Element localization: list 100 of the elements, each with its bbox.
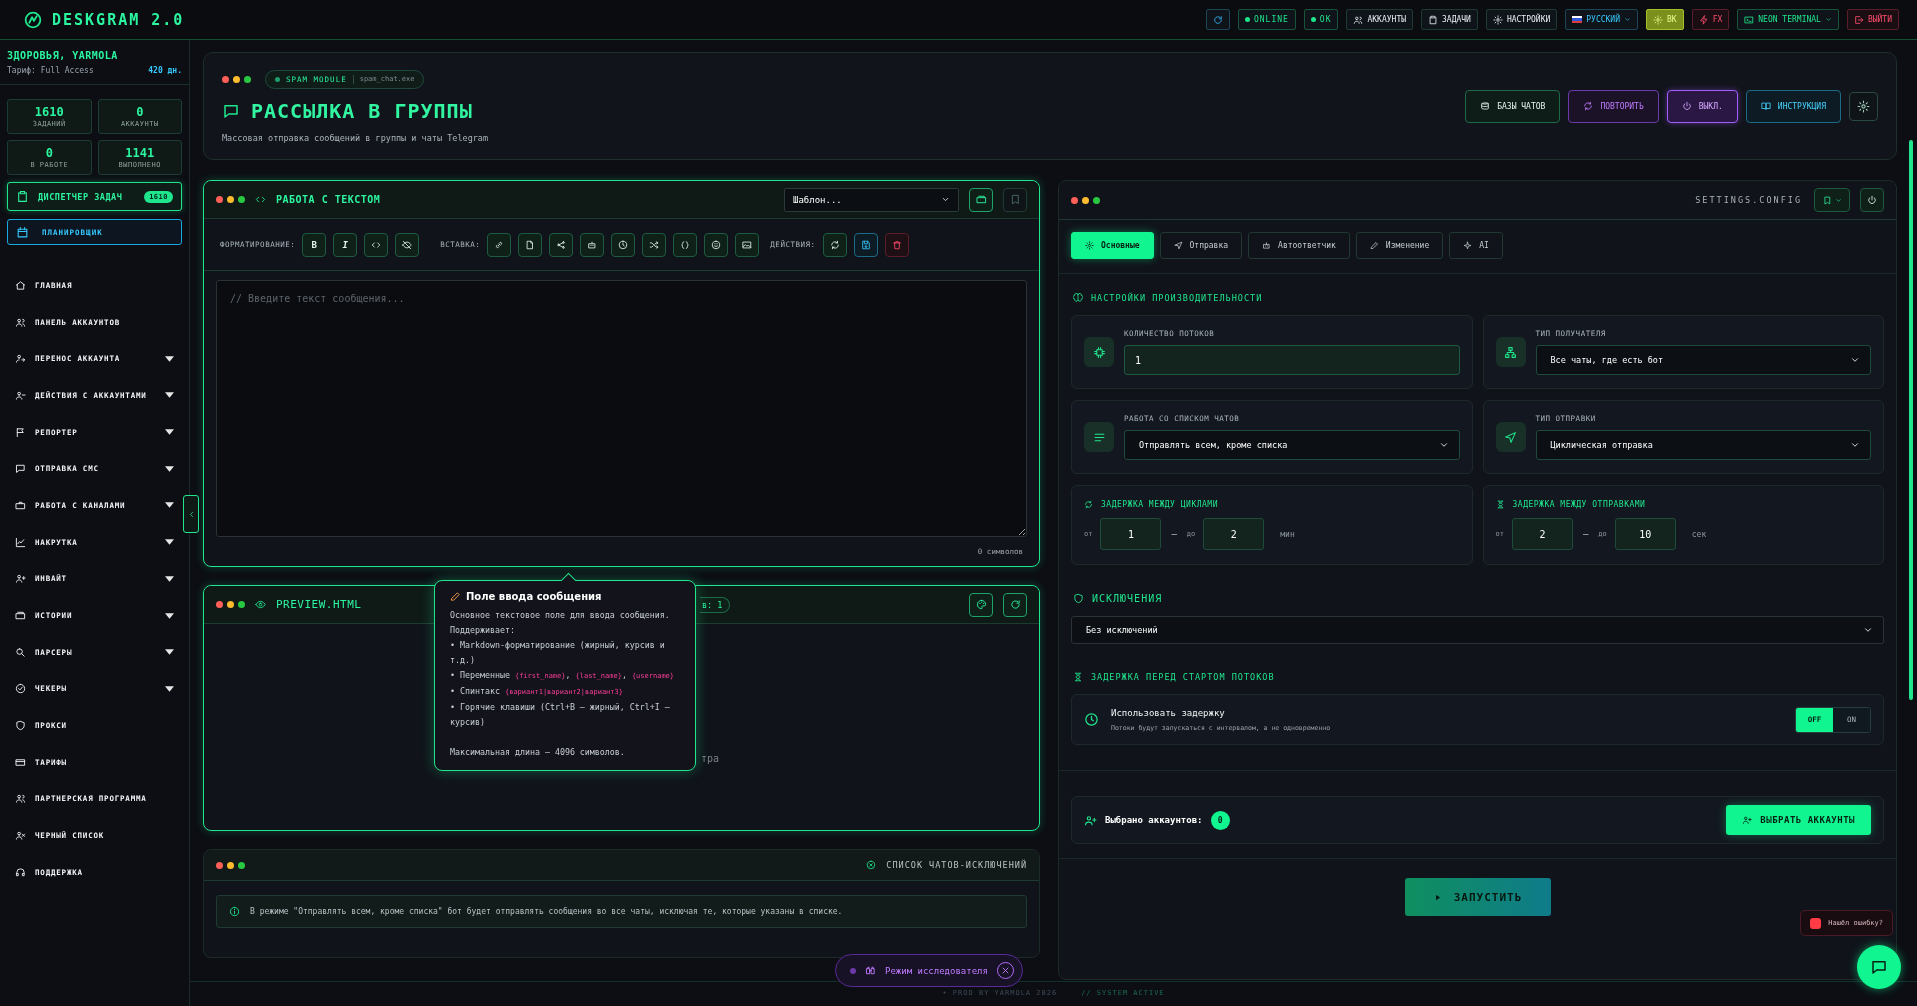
run-button[interactable]: ЗАПУСТИТЬ [1404,878,1551,916]
from-input[interactable]: 1 [1100,518,1162,550]
header-button[interactable]: ИНСТРУКЦИЯ [1745,89,1841,123]
window-dots-icon [216,196,245,203]
home-icon [15,279,26,291]
user-x-icon [15,830,26,842]
count-badge: 0 [1210,810,1230,830]
settings-tab[interactable]: Изменение [1355,232,1444,259]
folder-icon [15,610,26,622]
select-field[interactable]: Отправлять всем, кроме списка [1124,430,1460,460]
user-plus-icon [15,573,26,585]
convert-button[interactable] [822,232,847,257]
settings-tab[interactable]: Отправка [1159,232,1243,259]
explorer-mode-pill[interactable]: Режим исследователя [835,954,1023,987]
setting-label: Использовать задержку [1111,707,1226,718]
folder-icon [975,194,987,205]
hide-button[interactable] [395,232,420,257]
repeat-icon [829,239,840,250]
refresh-button[interactable] [1003,592,1027,617]
insert-button[interactable] [642,232,667,257]
caret-icon [165,465,174,472]
insert-button[interactable] [611,232,636,257]
palette-button[interactable] [969,592,993,617]
status-indicator[interactable]: OK [1303,9,1339,30]
topbar-button[interactable]: АККАУНТЫ [1346,9,1413,30]
plan-label: Тариф: Full Access [7,66,94,75]
settings-button[interactable] [1849,91,1878,121]
insert-button[interactable] [704,232,729,257]
caret-icon [165,502,174,509]
topbar-button[interactable]: FX [1691,9,1730,30]
select-accounts-button[interactable]: ВЫБРАТЬ АККАУНТЫ [1726,805,1871,835]
topbar-button[interactable]: НАСТРОЙКИ [1485,9,1558,30]
caret-icon [1824,16,1832,23]
settings-tab[interactable]: AI [1449,232,1503,259]
repeat-icon [1583,101,1594,111]
info-icon [229,906,240,917]
insert-button[interactable] [580,232,605,257]
collapse-button[interactable] [183,495,199,533]
bookmark-icon [1822,195,1832,205]
power-icon [1867,195,1877,205]
insert-button[interactable] [518,232,543,257]
header-button[interactable]: БАЗЫ ЧАТОВ [1465,89,1561,123]
bookmark-icon [1009,194,1021,205]
save-button[interactable] [853,232,878,257]
insert-button[interactable] [673,232,698,257]
braces-icon [680,239,691,250]
chat-icon [1870,958,1888,976]
binoculars-icon [865,965,876,976]
to-input[interactable]: 10 [1614,518,1676,550]
refresh-button[interactable] [1205,9,1230,30]
share-icon [556,239,567,250]
terminal-icon [1744,14,1755,25]
topbar-button[interactable]: ЗАДАЧИ [1421,9,1478,30]
template-select[interactable]: Шаблон... [784,187,959,212]
format-button[interactable]: B [302,232,327,257]
chat-button[interactable] [1857,945,1901,989]
header-button[interactable]: ПОВТОРИТЬ [1568,89,1659,123]
status-indicator[interactable]: ONLINE [1237,9,1296,30]
shield-icon [15,720,26,732]
caret-icon [941,195,950,204]
format-button[interactable]: I [333,232,358,257]
reset-button[interactable] [1860,188,1884,212]
from-input[interactable]: 2 [1511,518,1573,550]
preset-button[interactable] [1814,188,1850,212]
database-icon [1480,101,1491,111]
tooltip-text: Максимальная длина — 4096 символов. [450,746,626,759]
bookmark-button[interactable] [1003,187,1027,212]
select-field[interactable]: Циклическая отправка [1535,430,1871,460]
message-input[interactable]: // Введите текст сообщения... [216,280,1027,537]
robot-icon [1262,241,1272,250]
settings-tab[interactable]: Автоответчик [1248,232,1350,259]
settings-icon [1492,14,1503,25]
users-icon [15,793,26,805]
page-title: РАССЫЛКА В ГРУППЫ [251,98,473,123]
language-select[interactable]: РУССКИЙ [1565,9,1638,30]
tooltip-title: Поле ввода сообщения [450,591,680,602]
delete-button[interactable] [884,232,909,257]
templates-button[interactable] [969,187,993,212]
header-button[interactable]: ВЫКЛ. [1666,89,1738,123]
insert-button[interactable] [549,232,574,257]
logout-button[interactable]: ВЫЙТИ [1846,9,1899,30]
clock-icon [1084,712,1099,727]
download-icon [860,239,871,250]
to-input[interactable]: 2 [1203,518,1265,550]
caret-icon [1863,625,1873,635]
exclusions-select[interactable]: Без исключений [1071,616,1884,644]
variants-badge: в: 1 [700,597,731,613]
select-field[interactable]: Все чаты, где есть бот [1535,345,1871,375]
settings-tab[interactable]: Основные [1071,232,1154,259]
logout-icon [1853,14,1864,25]
stat-value: 0 [45,146,53,160]
caret-icon [165,612,174,619]
threads-input[interactable]: 1 [1124,345,1460,375]
file-icon [525,239,536,250]
panel-title: РАБОТА С ТЕКСТОМ [276,194,381,205]
insert-button[interactable] [735,232,760,257]
list-icon [1084,422,1114,452]
repeat-icon [1084,500,1093,509]
stat-value: 0 [136,105,144,119]
theme-select[interactable]: NEON TERMINAL [1737,9,1839,30]
